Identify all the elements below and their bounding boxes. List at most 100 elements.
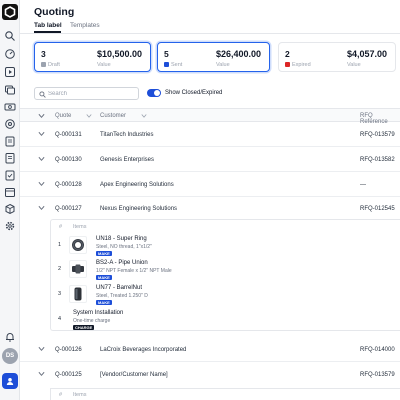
sidebar: DS bbox=[0, 0, 20, 400]
customer-name: LaCroix Beverages Incorporated bbox=[100, 346, 187, 353]
table-header: Quote Customer RFQ Reference bbox=[20, 108, 400, 125]
rfq-reference: RFQ-013579 bbox=[360, 131, 395, 138]
quote-id: Q-000125 bbox=[55, 371, 82, 378]
summary-card-sent[interactable]: 5 $26,400.00 Sent Value bbox=[157, 42, 270, 72]
table-row-expanded[interactable]: Q-000127 Nexus Engineering Solutions RFQ… bbox=[20, 197, 400, 221]
summary-card-draft[interactable]: 3 $10,500.00 Draft Value bbox=[34, 42, 151, 72]
avatar[interactable]: DS bbox=[2, 348, 18, 364]
logo[interactable] bbox=[2, 4, 18, 20]
item-name: UN77 - BarrelNut bbox=[96, 285, 143, 291]
table-row[interactable]: Q-000128 Apex Engineering Solutions — bbox=[20, 173, 400, 197]
rfq-reference: RFQ-013579 bbox=[360, 371, 395, 378]
card-value-label: Value bbox=[97, 61, 111, 68]
status-swatch bbox=[164, 62, 169, 67]
item-number: 2 bbox=[58, 266, 62, 272]
list-item[interactable]: 2 BS2-A - Pipe Union 1/2" NPT Female x 1… bbox=[51, 258, 400, 280]
search-box[interactable] bbox=[34, 87, 139, 100]
cube-icon[interactable] bbox=[4, 203, 16, 215]
chevron-down-icon[interactable] bbox=[38, 346, 45, 352]
sort-caret-icon[interactable] bbox=[141, 113, 147, 119]
item-number: 4 bbox=[58, 316, 62, 322]
list-item[interactable]: 1 UN18 - Super Ring Steel, NO thread, 1"… bbox=[51, 234, 400, 256]
column-header-quote[interactable]: Quote bbox=[55, 113, 71, 119]
item-description: One-time charge bbox=[73, 318, 111, 324]
clipboard-icon[interactable] bbox=[4, 135, 16, 147]
item-number: 3 bbox=[58, 291, 62, 297]
summary-card-expired[interactable]: 2 $4,057.00 Expired Value bbox=[278, 42, 396, 72]
bell-icon[interactable] bbox=[4, 331, 16, 343]
card-status: Draft bbox=[48, 61, 60, 68]
table-row[interactable]: Q-000131 TitanTech Industries RFQ-013579 bbox=[20, 123, 400, 147]
column-header-customer[interactable]: Customer bbox=[100, 113, 126, 119]
card-count: 5 bbox=[164, 49, 169, 59]
table-row[interactable]: Q-000126 LaCroix Beverages Incorporated … bbox=[20, 338, 400, 362]
tags-icon[interactable] bbox=[4, 84, 16, 96]
quote-items-panel: # Items 1 UN18 - Super Ring Steel, NO th… bbox=[50, 219, 400, 331]
file-icon[interactable] bbox=[4, 152, 16, 164]
card-status: Expired bbox=[292, 61, 311, 68]
chevron-down-icon[interactable] bbox=[38, 205, 45, 211]
make-badge: MAKE bbox=[96, 250, 112, 256]
divider bbox=[20, 32, 400, 34]
search-icon[interactable] bbox=[4, 30, 16, 42]
card-count: 3 bbox=[41, 49, 46, 59]
chevron-down-icon[interactable] bbox=[38, 371, 45, 377]
list-item[interactable]: 4 System Installation One-time charge CH… bbox=[51, 308, 400, 330]
search-input[interactable] bbox=[48, 89, 136, 99]
item-description: 1/2" NPT Female x 1/2" NPT Male bbox=[96, 268, 172, 274]
search-icon bbox=[39, 91, 46, 98]
item-image-ring bbox=[69, 236, 87, 254]
rfq-reference: RFQ-013582 bbox=[360, 156, 395, 163]
page-title: Quoting bbox=[34, 6, 75, 18]
gear-icon[interactable] bbox=[4, 220, 16, 232]
card-count: 2 bbox=[285, 49, 290, 59]
quote-id: Q-000130 bbox=[55, 156, 82, 163]
item-description: Steel, Treated 1.250" D bbox=[96, 293, 148, 299]
tab-label[interactable]: Tab label bbox=[34, 22, 62, 29]
calendar-icon[interactable] bbox=[4, 186, 16, 198]
card-status: Sent bbox=[171, 61, 183, 68]
status-swatch bbox=[285, 62, 290, 67]
chevron-down-icon[interactable] bbox=[38, 181, 45, 187]
chevron-down-icon[interactable] bbox=[38, 131, 45, 137]
rfq-reference: RFQ-014000 bbox=[360, 346, 395, 353]
item-number: 1 bbox=[58, 242, 62, 248]
user-badge-icon[interactable] bbox=[2, 373, 18, 389]
items-header-num: # bbox=[59, 392, 63, 398]
card-amount: $4,057.00 bbox=[347, 49, 388, 59]
gauge-icon[interactable] bbox=[4, 48, 16, 60]
play-icon[interactable] bbox=[4, 66, 16, 78]
customer-name: [Vendor/Customer Name] bbox=[100, 371, 168, 378]
tab-templates[interactable]: Templates bbox=[70, 22, 100, 29]
customer-name: TitanTech Industries bbox=[100, 131, 154, 138]
chevron-down-icon[interactable] bbox=[38, 113, 45, 119]
clipboard-check-icon[interactable] bbox=[4, 169, 16, 181]
item-description: Steel, NO thread, 1"x1/2" bbox=[96, 244, 152, 250]
item-name: BS2-A - Pipe Union bbox=[96, 260, 148, 266]
table-row[interactable]: Q-000130 Genesis Enterprises RFQ-013582 bbox=[20, 148, 400, 172]
items-header-items: Items bbox=[73, 392, 87, 398]
make-badge: MAKE bbox=[96, 299, 112, 305]
sort-caret-icon[interactable] bbox=[86, 113, 92, 119]
list-item[interactable]: 3 UN77 - BarrelNut Steel, Treated 1.250"… bbox=[51, 283, 400, 305]
quote-id: Q-000127 bbox=[55, 205, 82, 212]
items-header-items: Items bbox=[73, 224, 87, 230]
chevron-down-icon[interactable] bbox=[38, 156, 45, 162]
customer-name: Apex Engineering Solutions bbox=[100, 181, 174, 188]
table-row-expanded[interactable]: Q-000125 [Vendor/Customer Name] RFQ-0135… bbox=[20, 363, 400, 387]
avatar-initials: DS bbox=[5, 353, 15, 359]
item-name: System Installation bbox=[73, 310, 124, 316]
show-closed-toggle[interactable] bbox=[147, 89, 161, 97]
charge-badge: CHARGE bbox=[73, 324, 95, 330]
rfq-reference: RFQ-012545 bbox=[360, 205, 395, 212]
item-image-pipe-union bbox=[69, 260, 87, 278]
quote-id: Q-000131 bbox=[55, 131, 82, 138]
disc-icon[interactable] bbox=[4, 118, 16, 130]
quote-items-panel: # Items bbox=[50, 388, 400, 400]
items-header-num: # bbox=[59, 224, 63, 230]
cash-icon[interactable] bbox=[4, 101, 16, 113]
toggle-knob bbox=[154, 90, 160, 96]
customer-name: Nexus Engineering Solutions bbox=[100, 205, 178, 212]
quote-id: Q-000128 bbox=[55, 181, 82, 188]
card-value-label: Value bbox=[216, 61, 230, 68]
